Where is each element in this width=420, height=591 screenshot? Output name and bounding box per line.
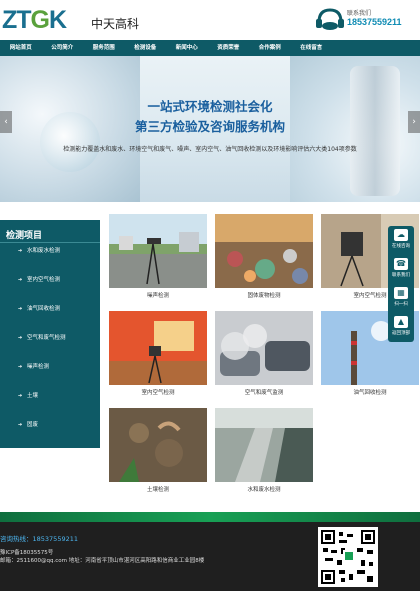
site-footer: 咨询热线：18537559211 豫ICP备18035575号 邮箱：25116…	[0, 522, 420, 591]
float-button-0[interactable]: ☁ 在线咨询	[388, 226, 414, 254]
product-image[interactable]	[109, 214, 207, 288]
footer-hotline: 咨询热线：18537559211	[0, 535, 78, 543]
product-card[interactable]: 空气和废气监测	[215, 311, 313, 396]
product-card[interactable]: 固体废物检测	[215, 214, 313, 299]
site-header: ZTGK 中天高科 联系我们 18537559211	[0, 0, 420, 40]
banner-next-button[interactable]: ›	[408, 111, 420, 133]
logo-text-c: K	[49, 6, 67, 34]
product-card[interactable]: 水和废水检测	[215, 408, 313, 493]
float-button-label: 在线咨询	[392, 244, 410, 249]
qrcode-icon	[321, 530, 375, 584]
product-image[interactable]	[215, 311, 313, 385]
footer-stripe	[0, 512, 420, 522]
product-image[interactable]	[215, 408, 313, 482]
nav-item-5[interactable]: 资质荣誉	[208, 40, 250, 56]
qrcode-icon: ▦	[394, 287, 408, 299]
float-button-2[interactable]: ▦ 扫一扫	[388, 284, 414, 312]
nav-item-6[interactable]: 合作案例	[249, 40, 291, 56]
logo-text-a: ZT	[2, 6, 32, 34]
nav-item-3[interactable]: 检测设备	[125, 40, 167, 56]
sidebar-item-2[interactable]: 油气回收检测	[18, 304, 60, 312]
nav-item-0[interactable]: 网站首页	[0, 40, 42, 56]
float-button-label: 返回顶部	[392, 331, 410, 336]
sidebar-item-0[interactable]: 水和废水检测	[18, 246, 60, 254]
product-caption[interactable]: 固体废物检测	[215, 291, 313, 299]
footer-mail-address: 邮箱：2511600@qq.com 地址：河南省平顶山市湛河区高阳路和信商业工业…	[0, 558, 205, 564]
float-button-label: 扫一扫	[394, 302, 408, 307]
floating-contact-panel: ☁ 在线咨询 ☎ 联系我们 ▦ 扫一扫 ▲ 返回顶部	[388, 226, 414, 342]
product-image[interactable]	[109, 408, 207, 482]
hero-banner: 一站式环境检测社会化 第三方检验及咨询服务机构 检测能力覆盖水和废水、环境空气和…	[0, 56, 420, 202]
contact-phone: 18537559211	[347, 17, 402, 27]
sidebar-title: 检测项目	[6, 231, 43, 241]
nav-item-1[interactable]: 公司简介	[42, 40, 84, 56]
sidebar: 检测项目 水和废水检测室内空气检测油气回收检测空气和废气检测噪声检测土壤固废	[0, 220, 100, 448]
sidebar-item-5[interactable]: 土壤	[18, 391, 38, 399]
product-caption[interactable]: 空气和废气监测	[215, 388, 313, 396]
product-caption[interactable]: 油气回收检测	[321, 388, 419, 396]
float-button-1[interactable]: ☎ 联系我们	[388, 255, 414, 283]
product-caption[interactable]: 土壤检测	[109, 485, 207, 493]
product-card[interactable]: 噪声检测	[109, 214, 207, 299]
logo[interactable]: ZTGK	[2, 6, 67, 35]
chat-icon: ☁	[394, 229, 408, 241]
arrow-up-icon: ▲	[394, 316, 408, 328]
headset-icon	[316, 8, 344, 30]
banner-prev-button[interactable]: ‹	[0, 111, 12, 133]
logo-text-b: G	[30, 6, 50, 34]
banner-description: 检测能力覆盖水和废水、环境空气和废气、噪声、室内空气、油气回收检测以及环境影响评…	[63, 146, 357, 153]
nav-item-7[interactable]: 在线留言	[291, 40, 333, 56]
product-caption[interactable]: 室内空气检测	[109, 388, 207, 396]
sidebar-item-6[interactable]: 固废	[18, 420, 38, 428]
sidebar-divider	[0, 242, 100, 243]
sidebar-item-4[interactable]: 噪声检测	[18, 362, 49, 370]
banner-title-line2: 第三方检验及咨询服务机构	[134, 119, 285, 134]
product-caption[interactable]: 水和废水检测	[215, 485, 313, 493]
contact-label: 联系我们	[347, 10, 372, 17]
banner-title-line1: 一站式环境检测社会化	[147, 99, 273, 114]
sidebar-item-3[interactable]: 空气和废气检测	[18, 333, 66, 341]
float-button-label: 联系我们	[392, 273, 410, 278]
product-card[interactable]: 土壤检测	[109, 408, 207, 493]
phone-icon: ☎	[394, 258, 408, 270]
nav-item-2[interactable]: 服务范围	[83, 40, 125, 56]
main-nav: 网站首页 公司简介 服务范围 检测设备 新闻中心 资质荣誉 合作案例 在线留言	[0, 40, 420, 56]
float-button-3[interactable]: ▲ 返回顶部	[388, 313, 414, 341]
sidebar-item-1[interactable]: 室内空气检测	[18, 275, 60, 283]
product-caption[interactable]: 噪声检测	[109, 291, 207, 299]
product-image[interactable]	[215, 214, 313, 288]
company-name: 中天高科	[91, 17, 140, 31]
footer-qrcode-image	[318, 527, 378, 587]
product-card[interactable]: 室内空气检测	[109, 311, 207, 396]
nav-item-4[interactable]: 新闻中心	[166, 40, 208, 56]
product-image[interactable]	[109, 311, 207, 385]
footer-icp[interactable]: 豫ICP备18035575号	[0, 548, 53, 556]
